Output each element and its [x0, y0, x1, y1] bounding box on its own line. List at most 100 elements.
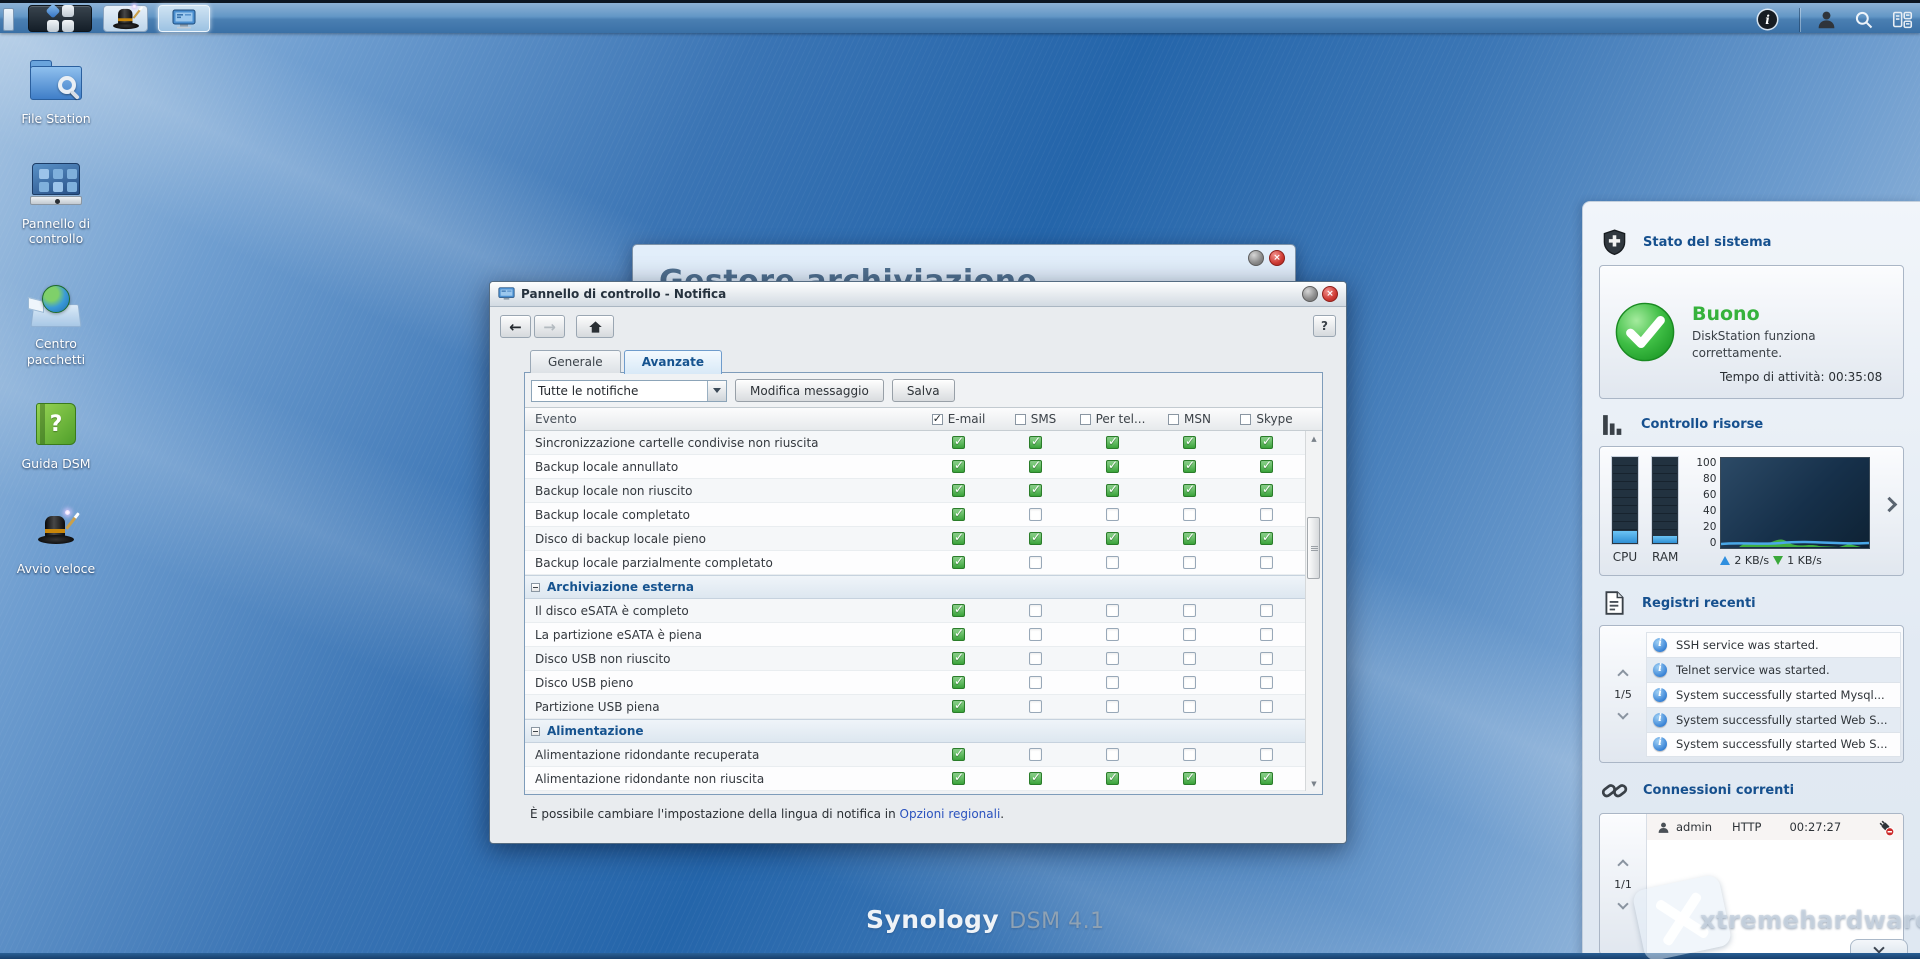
notification-checkbox[interactable]	[1183, 772, 1196, 785]
notification-checkbox[interactable]	[1183, 508, 1196, 521]
notification-checkbox[interactable]	[1183, 748, 1196, 761]
notification-checkbox[interactable]	[952, 604, 965, 617]
notification-checkbox[interactable]	[952, 652, 965, 665]
notification-checkbox[interactable]	[1029, 748, 1042, 761]
chevron-down-icon[interactable]	[1617, 708, 1628, 719]
notification-checkbox[interactable]	[1260, 508, 1273, 521]
chevron-right-icon[interactable]	[1882, 497, 1898, 513]
notification-checkbox[interactable]	[952, 556, 965, 569]
notification-checkbox[interactable]	[1183, 700, 1196, 713]
notification-checkbox[interactable]	[1183, 436, 1196, 449]
edit-message-button[interactable]: Modifica messaggio	[735, 379, 884, 402]
notification-checkbox[interactable]	[1029, 484, 1042, 497]
disconnect-icon[interactable]	[1876, 818, 1895, 837]
notification-checkbox[interactable]	[1260, 604, 1273, 617]
collapse-icon[interactable]	[531, 583, 540, 592]
notification-checkbox[interactable]	[1029, 604, 1042, 617]
notification-checkbox[interactable]	[1260, 748, 1273, 761]
notification-checkbox[interactable]	[1260, 484, 1273, 497]
notification-checkbox[interactable]	[1183, 676, 1196, 689]
tab-avanzate[interactable]: Avanzate	[624, 350, 722, 374]
notification-checkbox[interactable]	[1106, 556, 1119, 569]
notification-checkbox[interactable]	[1029, 652, 1042, 665]
notification-checkbox[interactable]	[1260, 460, 1273, 473]
main-menu-button[interactable]	[28, 5, 92, 32]
msn-header-checkbox[interactable]	[1168, 414, 1179, 425]
notification-checkbox[interactable]	[1183, 652, 1196, 665]
notification-checkbox[interactable]	[1106, 628, 1119, 641]
notification-checkbox[interactable]	[1029, 700, 1042, 713]
notification-checkbox[interactable]	[952, 460, 965, 473]
notification-checkbox[interactable]	[1029, 556, 1042, 569]
notification-checkbox[interactable]	[1260, 628, 1273, 641]
notification-checkbox[interactable]	[1106, 460, 1119, 473]
minimize-button[interactable]	[1248, 250, 1264, 266]
save-button[interactable]: Salva	[892, 379, 955, 402]
section-header-row[interactable]: Alimentazione	[525, 719, 1305, 743]
dropdown-button[interactable]	[707, 381, 726, 401]
notification-checkbox[interactable]	[1183, 532, 1196, 545]
scroll-up-arrow[interactable]: ▲	[1306, 431, 1322, 446]
notification-checkbox[interactable]	[1183, 484, 1196, 497]
notification-checkbox[interactable]	[952, 484, 965, 497]
desktop-icon-dsm-help[interactable]: ? Guida DSM	[10, 401, 102, 472]
notification-checkbox[interactable]	[1260, 532, 1273, 545]
notification-checkbox[interactable]	[1260, 652, 1273, 665]
close-icon[interactable]: ×	[1322, 286, 1338, 302]
skype-header-checkbox[interactable]	[1240, 414, 1251, 425]
notification-checkbox[interactable]	[952, 676, 965, 689]
notification-checkbox[interactable]	[1106, 484, 1119, 497]
notification-checkbox[interactable]	[1029, 508, 1042, 521]
desktop-icon-quick-start[interactable]: Avvio veloce	[10, 506, 102, 577]
notification-checkbox[interactable]	[952, 748, 965, 761]
notification-checkbox[interactable]	[952, 772, 965, 785]
notification-checkbox[interactable]	[1260, 436, 1273, 449]
quick-launch-button[interactable]	[103, 5, 148, 32]
notification-checkbox[interactable]	[952, 700, 965, 713]
user-icon[interactable]	[1814, 8, 1838, 32]
email-header-checkbox[interactable]	[932, 414, 943, 425]
notification-checkbox[interactable]	[1260, 772, 1273, 785]
notification-filter-select[interactable]: Tutte le notifiche	[531, 380, 727, 402]
scrollbar-thumb[interactable]	[1307, 517, 1320, 579]
collapse-icon[interactable]	[531, 727, 540, 736]
scroll-down-arrow[interactable]: ▼	[1306, 776, 1322, 791]
section-header-row[interactable]: Archiviazione esterna	[525, 575, 1305, 599]
phone-header-checkbox[interactable]	[1080, 414, 1091, 425]
notification-checkbox[interactable]	[1260, 676, 1273, 689]
notification-checkbox[interactable]	[1106, 652, 1119, 665]
notification-checkbox[interactable]	[1106, 748, 1119, 761]
notification-checkbox[interactable]	[1029, 772, 1042, 785]
minimize-button[interactable]	[1302, 286, 1318, 302]
notification-checkbox[interactable]	[1106, 604, 1119, 617]
notification-checkbox[interactable]	[1183, 628, 1196, 641]
sms-header-checkbox[interactable]	[1015, 414, 1026, 425]
info-icon[interactable]: i	[1758, 10, 1777, 29]
notification-checkbox[interactable]	[952, 436, 965, 449]
notification-checkbox[interactable]	[1029, 628, 1042, 641]
notification-checkbox[interactable]	[1106, 772, 1119, 785]
desktop-icon-file-station[interactable]: File Station	[10, 56, 102, 127]
close-icon[interactable]: ×	[1269, 250, 1285, 266]
notification-checkbox[interactable]	[952, 508, 965, 521]
forward-button[interactable]: →	[534, 315, 565, 338]
dialog-titlebar[interactable]: Pannello di controllo - Notifica ×	[490, 282, 1346, 307]
chevron-up-icon[interactable]	[1617, 669, 1628, 680]
notification-checkbox[interactable]	[1029, 532, 1042, 545]
notification-checkbox[interactable]	[952, 628, 965, 641]
pilot-view-icon[interactable]	[1890, 8, 1914, 32]
notification-checkbox[interactable]	[1260, 700, 1273, 713]
notification-checkbox[interactable]	[1106, 436, 1119, 449]
desktop-icon-control-panel[interactable]: Pannello di controllo	[10, 161, 102, 247]
notification-checkbox[interactable]	[1106, 532, 1119, 545]
notification-checkbox[interactable]	[1183, 604, 1196, 617]
notification-checkbox[interactable]	[1106, 508, 1119, 521]
show-desktop-button[interactable]	[3, 8, 14, 31]
notification-checkbox[interactable]	[1183, 460, 1196, 473]
notification-checkbox[interactable]	[952, 532, 965, 545]
back-button[interactable]: ←	[500, 315, 531, 338]
regional-options-link[interactable]: Opzioni regionali	[900, 807, 1001, 821]
notification-checkbox[interactable]	[1106, 700, 1119, 713]
active-window-button[interactable]	[158, 5, 210, 32]
desktop-icon-package-center[interactable]: Centro pacchetti	[10, 281, 102, 367]
